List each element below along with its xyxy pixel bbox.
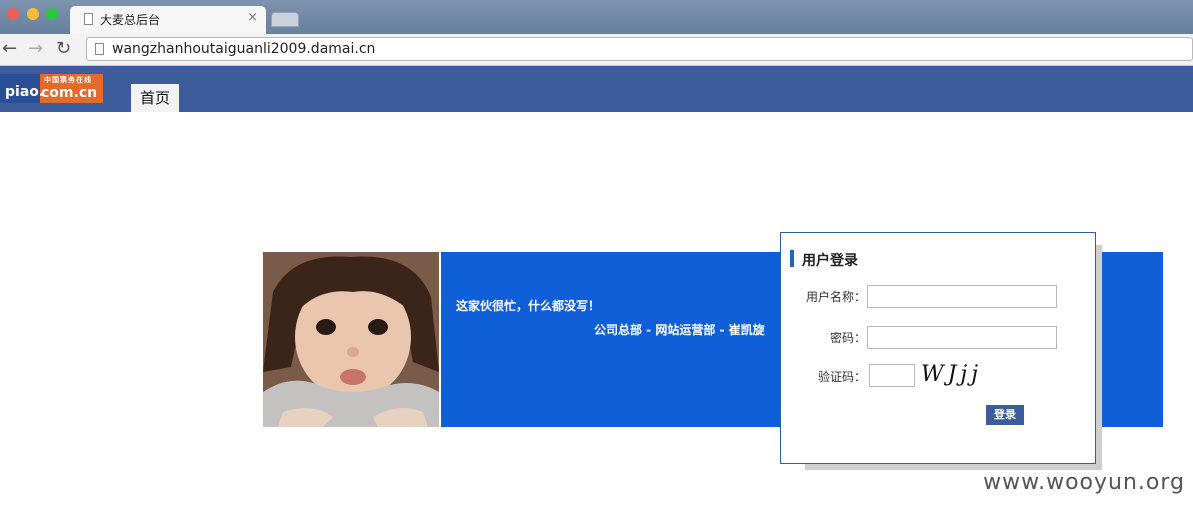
child-photo-illustration	[263, 252, 439, 427]
window-zoom-icon[interactable]	[46, 8, 58, 20]
password-field[interactable]	[867, 326, 1057, 349]
reload-icon[interactable]: ↻	[56, 38, 71, 60]
login-title-marker	[790, 250, 794, 267]
logo-domain-text: com.cn	[41, 85, 98, 101]
browser-tab[interactable]: 大麦总后台 ×	[70, 6, 266, 34]
back-arrow-icon[interactable]: ←	[2, 38, 17, 60]
forward-arrow-icon[interactable]: →	[28, 38, 43, 60]
photo-divider	[439, 252, 441, 427]
logo-tagline: 中国票务在线	[44, 76, 92, 84]
site-header: 中国票务在线 piao. com.cn 首页	[0, 66, 1193, 112]
new-tab-button[interactable]	[271, 12, 299, 27]
page-icon	[95, 43, 104, 55]
window-close-icon[interactable]	[7, 8, 19, 20]
address-url[interactable]: wangzhanhoutaiguanli2009.damai.cn	[112, 41, 375, 57]
logo-piao-text: piao.	[5, 84, 45, 100]
browser-toolbar: ← → ↻ wangzhanhoutaiguanli2009.damai.cn	[0, 34, 1193, 66]
captcha-field[interactable]	[869, 364, 915, 387]
username-field[interactable]	[867, 285, 1057, 308]
watermark: www.wooyun.org	[983, 470, 1185, 495]
username-label: 用户名称：	[805, 290, 866, 304]
login-button[interactable]: 登录	[986, 405, 1024, 425]
banner-department: 公司总部 - 网站运营部 - 崔凯旋	[594, 323, 765, 337]
login-box: 用户登录 用户名称： 密码： 验证码： WJjj 登录	[780, 232, 1096, 464]
login-title: 用户登录	[802, 253, 858, 269]
browser-tab-bar: 大麦总后台 ×	[0, 0, 1193, 34]
password-label: 密码：	[829, 331, 866, 345]
tab-close-icon[interactable]: ×	[247, 10, 258, 25]
page-icon	[84, 13, 93, 25]
child-photo	[263, 252, 439, 427]
captcha-image[interactable]: WJjj	[921, 362, 1001, 390]
tab-title: 大麦总后台	[100, 13, 161, 27]
site-logo[interactable]: 中国票务在线 piao. com.cn	[0, 74, 103, 103]
window-minimize-icon[interactable]	[27, 8, 39, 20]
nav-home-tab[interactable]: 首页	[131, 84, 179, 112]
captcha-label: 验证码：	[817, 370, 866, 384]
address-bar[interactable]: wangzhanhoutaiguanli2009.damai.cn	[86, 37, 1193, 61]
banner-signature: 这家伙很忙，什么都没写！	[456, 299, 601, 313]
